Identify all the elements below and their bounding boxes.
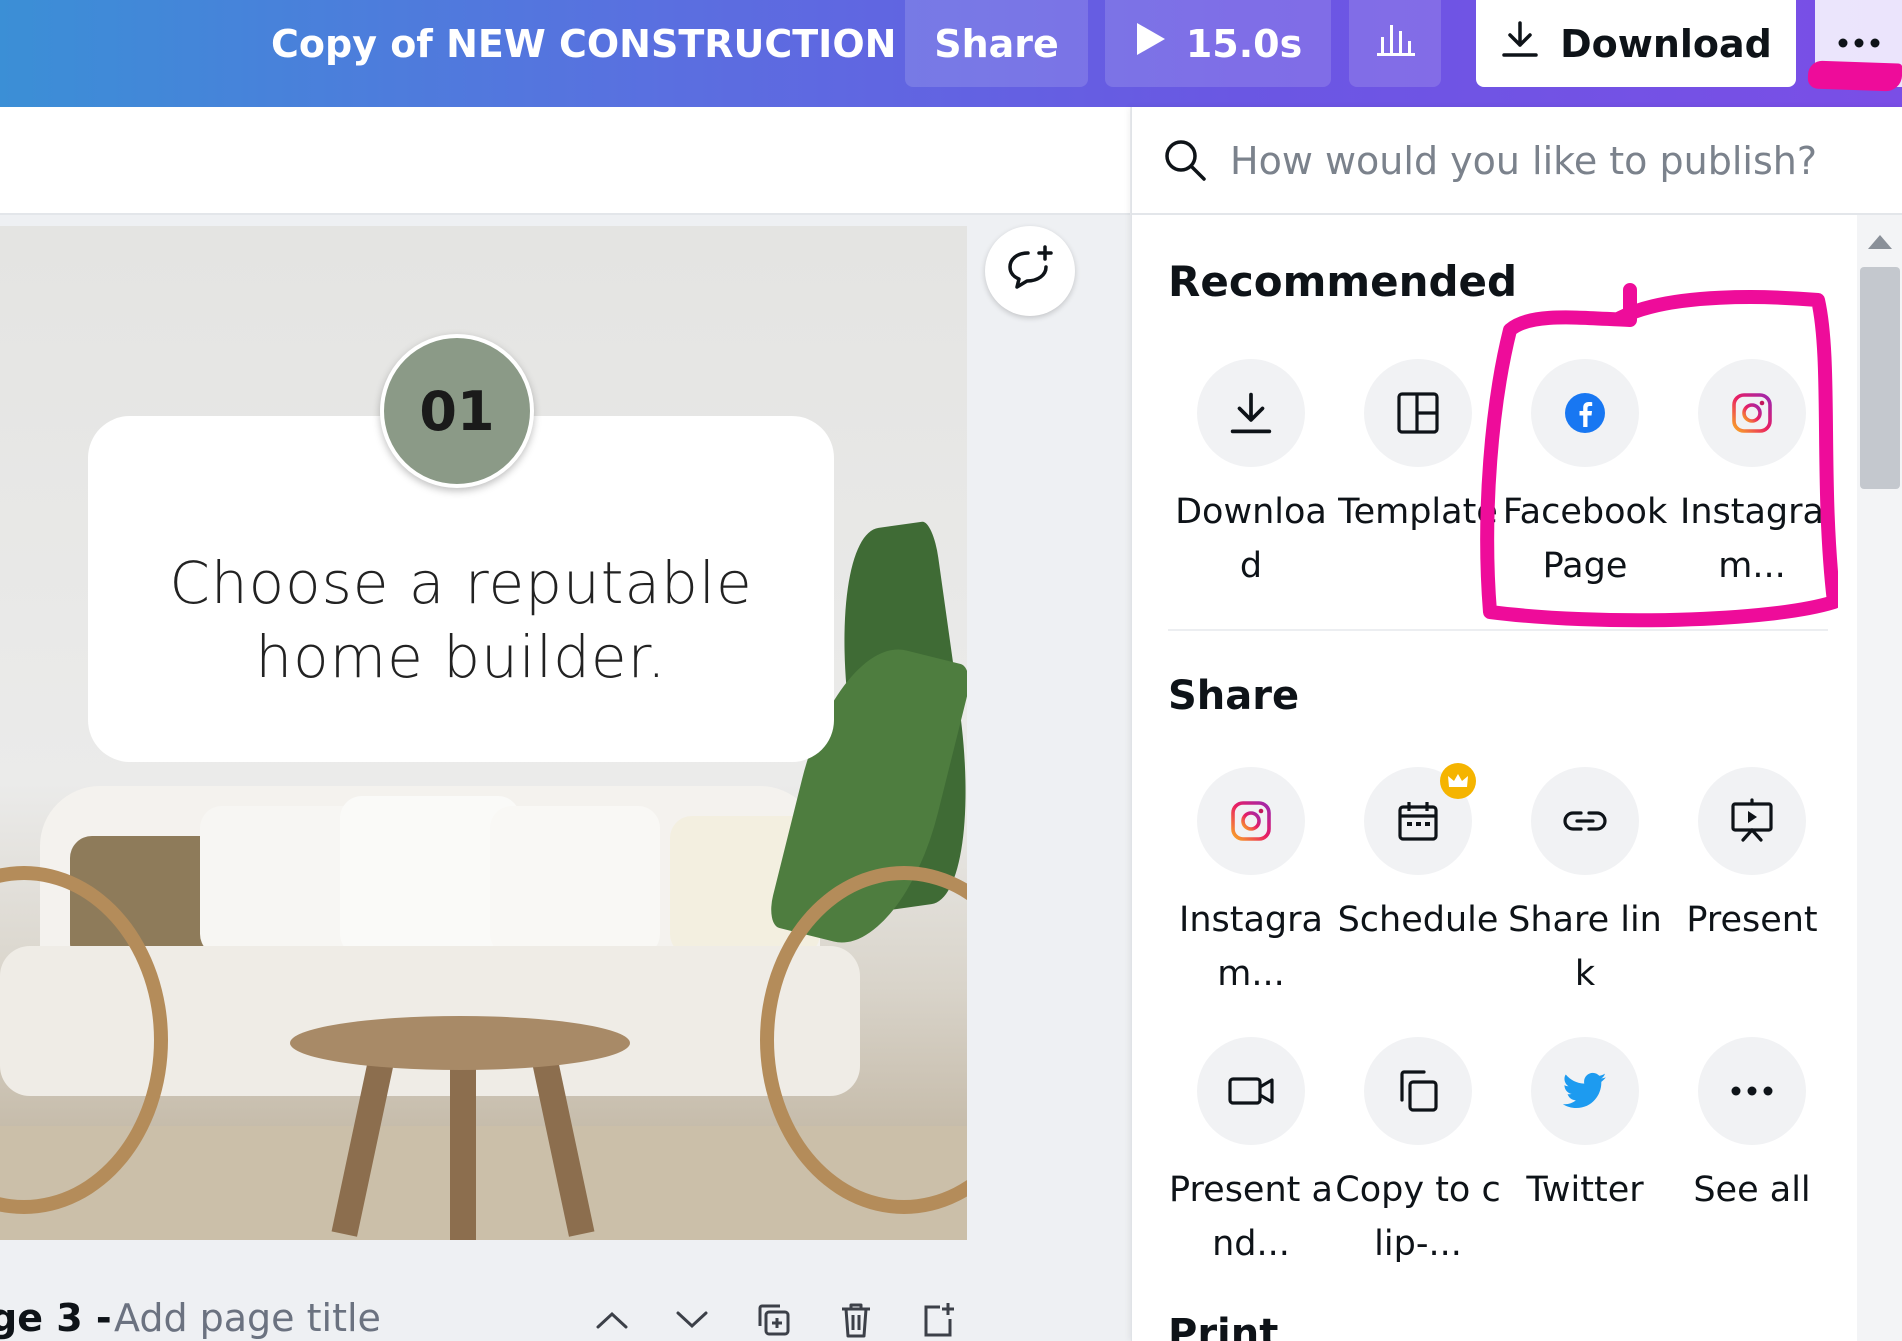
section-divider bbox=[1168, 629, 1828, 631]
share-option-label: See all bbox=[1693, 1170, 1811, 1210]
share-option-share-link[interactable]: Share link bbox=[1502, 767, 1668, 1001]
design-page[interactable]: 01 Choose a reputable home builder. bbox=[0, 226, 967, 1240]
page-title-input[interactable]: Add page title bbox=[114, 1296, 381, 1341]
add-comment-button[interactable] bbox=[985, 226, 1075, 316]
insights-button[interactable] bbox=[1349, 0, 1441, 87]
publish-option-label: Facebook Page bbox=[1502, 492, 1668, 586]
play-button[interactable]: 15.0s bbox=[1105, 0, 1331, 87]
instagram-icon bbox=[1197, 767, 1305, 875]
facebook-icon bbox=[1531, 359, 1639, 467]
chevron-down-icon[interactable] bbox=[672, 1300, 712, 1340]
download-button-label: Download bbox=[1560, 21, 1772, 66]
share-option-label: Schedule bbox=[1337, 900, 1499, 940]
share-option-instagram[interactable]: Instagram... bbox=[1168, 767, 1334, 1001]
publish-panel: Recommended Download Template Facebook P… bbox=[1131, 107, 1902, 1341]
publish-option-template[interactable]: Template bbox=[1335, 359, 1501, 539]
play-icon bbox=[1134, 21, 1168, 66]
publish-option-download[interactable]: Download bbox=[1168, 359, 1334, 593]
publish-search bbox=[1132, 107, 1902, 215]
twitter-icon bbox=[1531, 1037, 1639, 1145]
document-title[interactable]: Copy of NEW CONSTRUCTION bbox=[271, 20, 896, 68]
template-icon bbox=[1364, 359, 1472, 467]
page-footer: ge 3 - Add page title bbox=[0, 1296, 1000, 1341]
download-icon bbox=[1197, 359, 1305, 467]
scroll-up-arrow-icon[interactable] bbox=[1868, 235, 1892, 249]
download-button[interactable]: Download bbox=[1476, 0, 1796, 87]
share-option-label: Twitter bbox=[1526, 1170, 1644, 1210]
share-option-see-all[interactable]: See all bbox=[1669, 1037, 1835, 1217]
recommended-section-title: Recommended bbox=[1168, 257, 1518, 306]
bar-chart-icon bbox=[1373, 19, 1417, 68]
instagram-icon bbox=[1698, 359, 1806, 467]
top-bar: Copy of NEW CONSTRUCTION Share 15.0s Dow… bbox=[0, 0, 1902, 107]
copy-icon bbox=[1364, 1037, 1472, 1145]
share-option-label: Present and... bbox=[1169, 1170, 1333, 1264]
more-dots-icon bbox=[1837, 34, 1881, 53]
publish-option-label: Instagram... bbox=[1680, 492, 1824, 586]
publish-option-label: Template bbox=[1338, 492, 1498, 532]
present-icon bbox=[1698, 767, 1806, 875]
crown-icon bbox=[1440, 763, 1476, 799]
publish-search-input[interactable] bbox=[1228, 131, 1872, 191]
share-option-label: Share link bbox=[1508, 900, 1662, 994]
step-number-badge[interactable]: 01 bbox=[380, 334, 534, 488]
trash-icon[interactable] bbox=[836, 1300, 876, 1340]
share-option-copy-to-clipboard[interactable]: Copy to clip-... bbox=[1335, 1037, 1501, 1271]
coffee-table-illustration bbox=[290, 1016, 630, 1070]
publish-option-facebook-page[interactable]: Facebook Page bbox=[1502, 359, 1668, 593]
share-option-label: Copy to clip-... bbox=[1335, 1170, 1501, 1264]
video-camera-icon bbox=[1197, 1037, 1305, 1145]
search-icon bbox=[1162, 137, 1208, 183]
duplicate-page-icon[interactable] bbox=[754, 1300, 794, 1340]
link-icon bbox=[1531, 767, 1639, 875]
scrollbar-thumb[interactable] bbox=[1860, 267, 1900, 489]
publish-option-label: Download bbox=[1175, 492, 1327, 586]
share-option-present-and-record[interactable]: Present and... bbox=[1168, 1037, 1334, 1271]
share-option-label: Instagram... bbox=[1179, 900, 1323, 994]
comment-plus-icon bbox=[1004, 243, 1056, 299]
share-option-label: Present bbox=[1686, 900, 1818, 940]
share-section-title: Share bbox=[1168, 673, 1300, 719]
share-option-twitter[interactable]: Twitter bbox=[1502, 1037, 1668, 1217]
calendar-icon bbox=[1364, 763, 1476, 875]
page-number: ge 3 - bbox=[0, 1296, 112, 1340]
share-option-schedule[interactable]: Schedule bbox=[1335, 763, 1501, 947]
annotation-underline bbox=[1807, 60, 1902, 92]
play-duration: 15.0s bbox=[1185, 21, 1303, 66]
chevron-up-icon[interactable] bbox=[592, 1300, 632, 1340]
share-button-label: Share bbox=[934, 21, 1059, 66]
print-section-title: Print bbox=[1168, 1311, 1279, 1341]
card-text[interactable]: Choose a reputable home builder. bbox=[108, 546, 814, 694]
publish-option-instagram[interactable]: Instagram... bbox=[1669, 359, 1835, 593]
table-leg-illustration bbox=[450, 1061, 476, 1240]
editor-toolbar bbox=[0, 107, 1130, 215]
download-icon bbox=[1500, 19, 1540, 68]
pillow-illustration bbox=[490, 806, 660, 956]
add-page-icon[interactable] bbox=[918, 1300, 958, 1340]
more-dots-icon bbox=[1698, 1037, 1806, 1145]
share-option-present[interactable]: Present bbox=[1669, 767, 1835, 947]
share-button[interactable]: Share bbox=[905, 0, 1088, 87]
